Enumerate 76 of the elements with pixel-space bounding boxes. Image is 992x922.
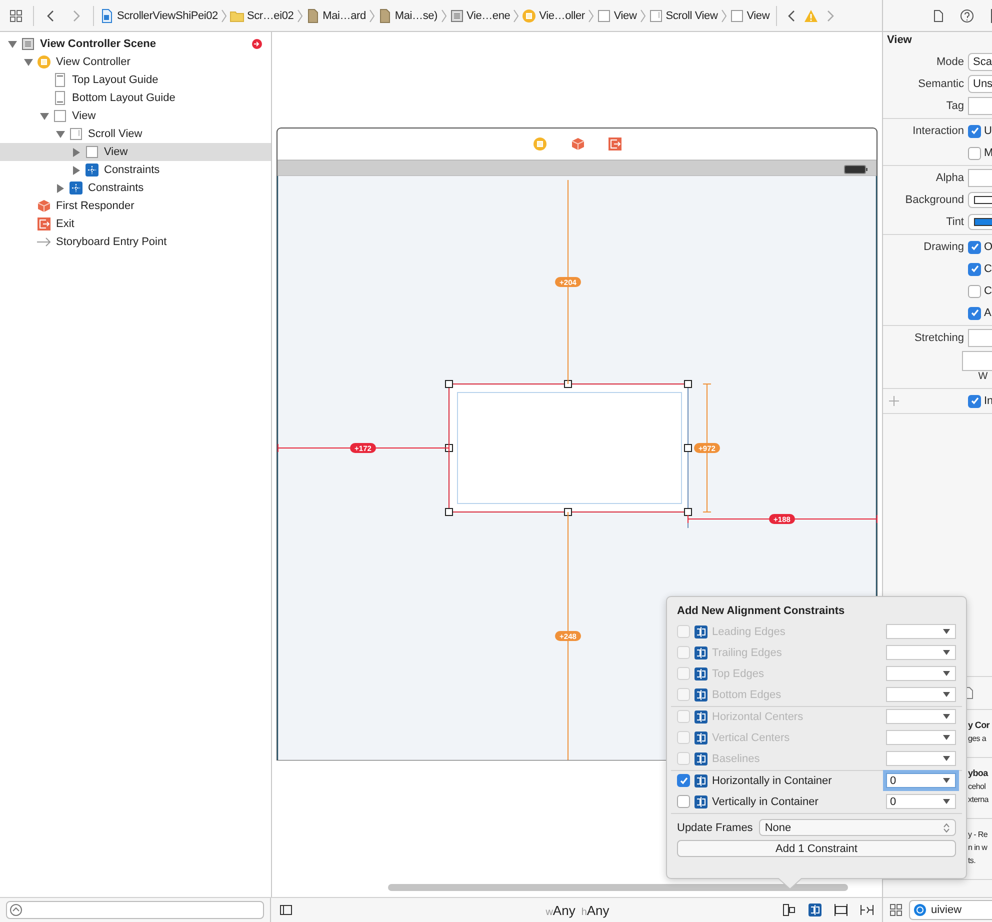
description-text: ges a [968,733,986,745]
outline-row[interactable]: View Controller [0,53,271,71]
description-text: ts. [968,855,976,867]
checkbox-label: M [984,147,992,159]
popup-button[interactable]: Uns [968,75,992,93]
constraint-label: Trailing Edges [712,646,783,658]
breadcrumb-item[interactable]: View [746,10,770,22]
breadcrumb-item[interactable]: Vie…ene [466,10,510,22]
update-frames-popup[interactable]: None [758,819,956,836]
outline-label: View Controller Scene [40,38,156,50]
outline-label: View [104,146,128,158]
outline-row[interactable]: Constraints [0,161,271,179]
section-title: y Cor [968,719,990,732]
popup-button[interactable]: Sca [968,53,992,71]
breadcrumb-item[interactable]: Scroll View [666,10,718,22]
value-combo-box[interactable]: 0 [886,773,956,788]
outline-row[interactable]: View Controller Scene [0,35,271,53]
outline-row[interactable]: View [0,143,271,161]
checkbox-label: O [984,241,992,253]
property-label: Background [905,194,964,206]
checkbox-label: A [984,307,992,319]
update-frames-label: Update Frames [677,822,753,834]
constraint-label: Baselines [712,752,761,764]
outline-row[interactable]: Storyboard Entry Point [0,233,271,251]
outline-row[interactable]: Top Layout Guide [0,71,271,89]
breadcrumb-item[interactable]: Mai…ard [322,10,366,22]
description-text: cehol [968,781,986,793]
outline-label: Top Layout Guide [72,74,158,86]
outline-label: Bottom Layout Guide [72,92,176,104]
outline-label: Storyboard Entry Point [56,236,167,248]
description-text: n in w [968,842,988,854]
constraint-label: Vertical Centers [712,732,791,744]
outline-label: Scroll View [88,128,142,140]
library-search-field[interactable]: uiview [909,900,992,920]
constraint-label: Top Edges [712,668,765,680]
outline-row[interactable]: Constraints [0,179,271,197]
outline-label: Constraints [88,182,144,194]
description-text: xterna [968,794,988,806]
breadcrumb-item[interactable]: ScrollerViewShiPei02 [117,10,218,22]
constraint-label: Vertically in Container [712,796,820,808]
property-label: Drawing [924,241,964,253]
outline-row[interactable]: Exit [0,215,271,233]
checkbox-label: U [984,125,992,137]
constraint-label: Leading Edges [712,626,786,638]
inspector-title: View [886,33,913,48]
constraint-label: Horizontally in Container [712,774,833,786]
checkbox-label: C [984,263,992,275]
breadcrumb-item[interactable]: Vie…oller [539,10,585,22]
outline-row[interactable]: View [0,107,271,125]
outline-label: View [72,110,96,122]
value-combo-box[interactable]: 0 [886,794,956,809]
section-title: yboa [968,767,988,780]
add-constraint-button[interactable]: Add 1 Constraint [677,840,956,857]
breadcrumb-item[interactable]: View [614,10,637,22]
constraint-label: Bottom Edges [712,688,782,700]
outline-row[interactable]: Scroll View [0,125,271,143]
property-label: Tag [946,100,964,112]
checkbox-label: C [984,285,992,297]
popover-title: Add New Alignment Constraints [677,605,846,619]
outline-label: Exit [56,218,74,230]
outline-row[interactable]: First Responder [0,197,271,215]
property-label: Mode [936,56,964,68]
constraint-label: Horizontal Centers [712,710,804,722]
outline-label: First Responder [56,200,134,212]
breadcrumb-item[interactable]: Scr…ei02 [246,10,294,22]
property-label: Interaction [912,125,964,137]
outline-label: Constraints [104,164,160,176]
property-label: Tint [946,216,964,228]
breadcrumb-item[interactable]: Mai…se) [394,10,438,22]
property-label: Alpha [936,172,964,184]
property-label: Stretching [914,332,964,344]
property-label: Semantic [918,78,964,90]
outline-label: View Controller [56,56,130,68]
description-text: y - Re [968,829,988,841]
outline-row[interactable]: Bottom Layout Guide [0,89,271,107]
field-caption: W [978,371,988,382]
